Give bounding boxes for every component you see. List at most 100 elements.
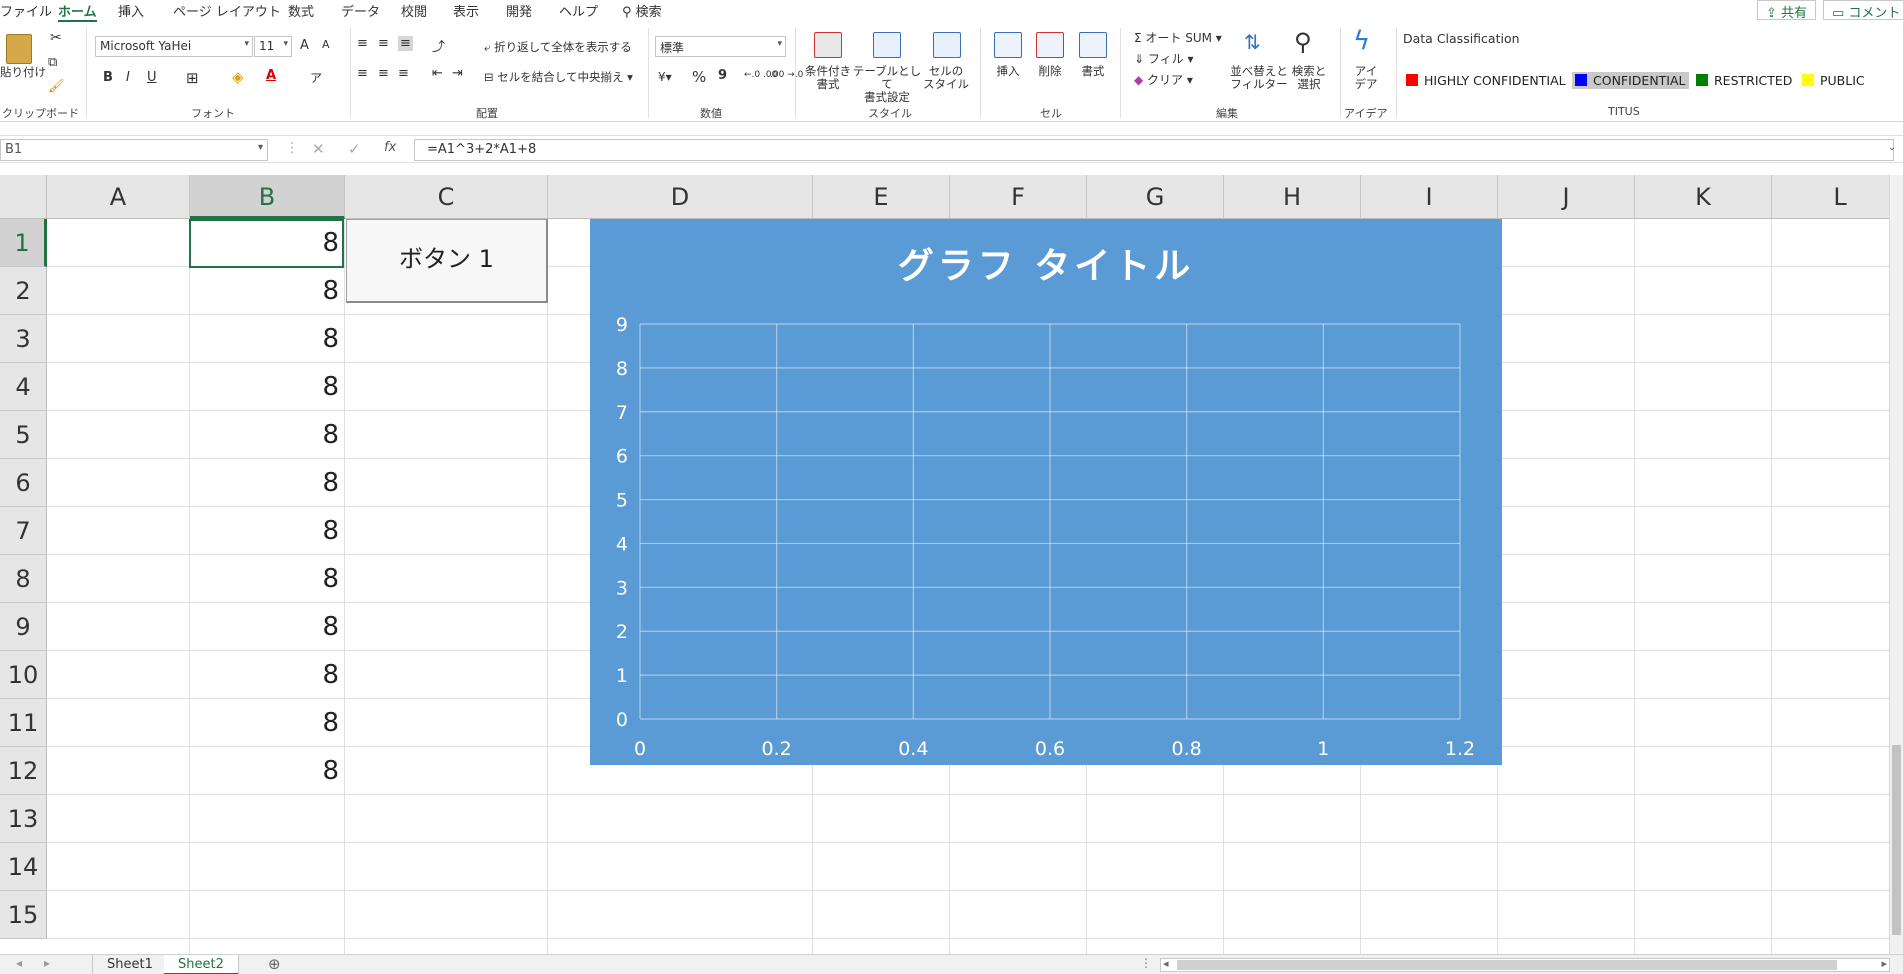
column-header-d[interactable]: D <box>548 175 813 219</box>
row-header-13[interactable]: 13 <box>0 795 47 843</box>
insert-function-icon[interactable]: fx <box>384 140 396 155</box>
search-box[interactable]: ⚲ 検索 <box>622 1 662 20</box>
align-center-icon[interactable]: ≡ <box>378 66 389 81</box>
enter-icon[interactable]: ✓ <box>348 140 361 158</box>
comma-button[interactable]: 9 <box>718 68 727 83</box>
active-cell-outline[interactable] <box>189 219 344 268</box>
format-cells-button[interactable]: 書式 <box>1075 65 1111 78</box>
row-header-12[interactable]: 12 <box>0 747 47 795</box>
row-header-15[interactable]: 15 <box>0 891 47 939</box>
tab-formulas[interactable]: 数式 <box>288 1 314 20</box>
row-header-4[interactable]: 4 <box>0 363 47 411</box>
select-all-corner[interactable] <box>0 175 47 219</box>
column-header-f[interactable]: F <box>950 175 1087 219</box>
cell-b3[interactable]: 8 <box>190 315 345 363</box>
classification-public[interactable]: PUBLIC <box>1799 72 1868 89</box>
percent-button[interactable]: % <box>692 68 706 86</box>
column-header-l[interactable]: L <box>1772 175 1903 219</box>
shrink-font-button[interactable]: A <box>322 38 330 51</box>
classification-highly-confidential[interactable]: HIGHLY CONFIDENTIAL <box>1403 72 1569 89</box>
cell-b5[interactable]: 8 <box>190 411 345 459</box>
fill-button[interactable]: ⇓ フィル ▾ <box>1134 53 1193 66</box>
sheet-tab-sheet2[interactable]: Sheet2 <box>164 955 239 974</box>
column-header-g[interactable]: G <box>1087 175 1224 219</box>
copy-icon[interactable]: ⧉ <box>48 56 57 69</box>
align-right-icon[interactable]: ≡ <box>398 66 409 81</box>
tab-insert[interactable]: 挿入 <box>118 1 144 20</box>
paste-icon[interactable] <box>6 34 32 64</box>
cell-b7[interactable]: 8 <box>190 507 345 555</box>
worksheet-grid[interactable]: ABCDEFGHIJKL 1 2 3 4 5 6 7 8 9 10 11 12 13 14 15 88888… <box>0 175 1903 954</box>
column-header-k[interactable]: K <box>1635 175 1772 219</box>
grow-font-button[interactable]: A <box>300 38 309 53</box>
row-header-1[interactable]: 1 <box>0 219 47 267</box>
row-header-8[interactable]: 8 <box>0 555 47 603</box>
row-header-11[interactable]: 11 <box>0 699 47 747</box>
format-as-table-button[interactable]: テーブルとして 書式設定 <box>852 65 922 104</box>
add-sheet-icon[interactable]: ⊕ <box>268 955 281 973</box>
column-header-a[interactable]: A <box>47 175 190 219</box>
tab-file[interactable]: ファイル <box>0 1 52 20</box>
font-name-combo[interactable]: Microsoft YaHei ▾ <box>95 36 253 57</box>
cell-b9[interactable]: 8 <box>190 603 345 651</box>
cell-b11[interactable]: 8 <box>190 699 345 747</box>
scroll-right-arrow-icon[interactable]: ▸ <box>1881 957 1887 970</box>
row-header-14[interactable]: 14 <box>0 843 47 891</box>
expand-formula-icon[interactable]: ⌄ <box>1888 142 1896 153</box>
align-left-icon[interactable]: ≡ <box>357 66 368 81</box>
tab-page-layout[interactable]: ページ レイアウト <box>173 1 281 20</box>
share-button[interactable]: ⇪ 共有 <box>1757 0 1817 21</box>
horizontal-scrollbar[interactable]: ◂ ▸ <box>1160 957 1890 972</box>
ideas-button[interactable]: アイ デア <box>1348 65 1384 91</box>
orientation-icon[interactable]: ⤴ <box>432 36 445 55</box>
column-header-i[interactable]: I <box>1361 175 1498 219</box>
cell-b12[interactable]: 8 <box>190 747 345 795</box>
chart-area[interactable]: グラフ タイトル 0 1 2 3 4 5 6 7 8 9 0 0.2 0.4 0.6 0.8 1 1.2 <box>590 219 1502 765</box>
underline-button[interactable]: U <box>147 70 157 85</box>
classification-restricted[interactable]: RESTRICTED <box>1693 72 1795 89</box>
row-header-9[interactable]: 9 <box>0 603 47 651</box>
row-header-5[interactable]: 5 <box>0 411 47 459</box>
cell-b4[interactable]: 8 <box>190 363 345 411</box>
column-header-h[interactable]: H <box>1224 175 1361 219</box>
decrease-decimal-button[interactable]: .00 →.0 <box>770 70 803 80</box>
cut-icon[interactable]: ✂ <box>50 31 62 45</box>
scroll-right-icon[interactable]: ▸ <box>44 956 50 970</box>
vertical-scroll-thumb[interactable] <box>1892 745 1901 935</box>
bold-button[interactable]: B <box>103 70 113 85</box>
cancel-icon[interactable]: ✕ <box>312 140 325 158</box>
find-select-button[interactable]: 検索と 選択 <box>1287 65 1331 91</box>
row-header-3[interactable]: 3 <box>0 315 47 363</box>
comment-button[interactable]: ▭ コメント <box>1823 0 1903 21</box>
increase-indent-icon[interactable]: ⇥ <box>452 66 463 81</box>
align-bottom-icon[interactable]: ≡ <box>398 36 413 51</box>
clear-button[interactable]: ◆ クリア ▾ <box>1134 74 1193 87</box>
tab-view[interactable]: 表示 <box>453 1 479 20</box>
form-control-button-1[interactable]: ボタン 1 <box>346 219 548 303</box>
cell-b2[interactable]: 8 <box>190 267 345 315</box>
cell-b6[interactable]: 8 <box>190 459 345 507</box>
sheet-tab-sheet1[interactable]: Sheet1 <box>92 955 168 974</box>
tab-help[interactable]: ヘルプ <box>559 1 598 20</box>
column-header-c[interactable]: C <box>345 175 548 219</box>
sort-filter-button[interactable]: 並べ替えと フィルター <box>1228 65 1290 91</box>
tab-developer[interactable]: 開発 <box>506 1 532 20</box>
cell-styles-button[interactable]: セルの スタイル <box>920 65 972 91</box>
number-format-combo[interactable]: 標準 ▾ <box>655 36 786 57</box>
delete-cells-button[interactable]: 削除 <box>1032 65 1068 78</box>
name-box[interactable]: B1 ▾ <box>0 139 268 161</box>
row-header-10[interactable]: 10 <box>0 651 47 699</box>
conditional-format-button[interactable]: 条件付き 書式 <box>800 65 856 91</box>
wrap-text-button[interactable]: ⤶ 折り返して全体を表示する <box>484 41 632 54</box>
border-icon[interactable]: ⊞ <box>186 69 199 87</box>
autosum-button[interactable]: Σ オート SUM ▾ <box>1134 32 1222 45</box>
merge-center-button[interactable]: ⊟ セルを結合して中央揃え ▾ <box>484 71 633 84</box>
fill-color-icon[interactable]: ◈ <box>232 68 244 86</box>
phonetic-icon[interactable]: ア <box>310 69 322 86</box>
tab-review[interactable]: 校閲 <box>401 1 427 20</box>
paste-button[interactable]: 貼り付け <box>0 66 46 79</box>
align-middle-icon[interactable]: ≡ <box>378 36 389 51</box>
insert-cells-button[interactable]: 挿入 <box>990 65 1026 78</box>
vertical-scrollbar[interactable] <box>1889 175 1903 954</box>
scroll-left-icon[interactable]: ◂ <box>16 956 22 970</box>
